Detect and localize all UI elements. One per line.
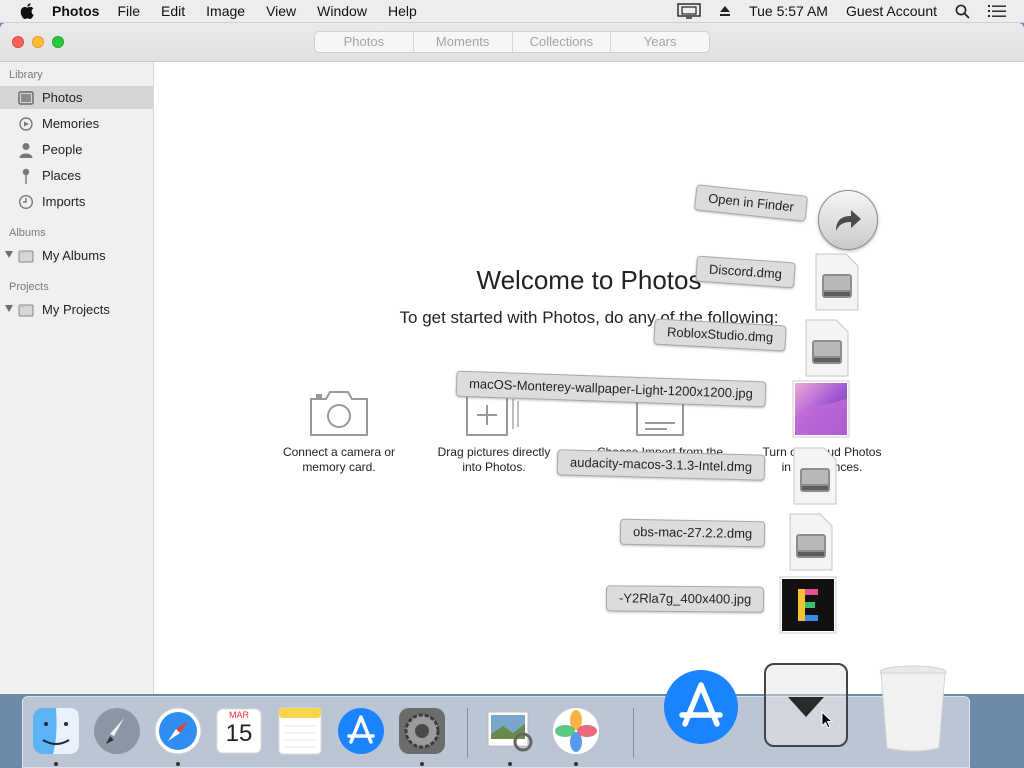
- maximize-button[interactable]: [52, 36, 64, 48]
- list-icon[interactable]: [988, 4, 1006, 18]
- display-mirror-icon[interactable]: [677, 3, 701, 19]
- welcome-subtitle: To get started with Photos, do any of th…: [399, 308, 779, 327]
- stack-file-label[interactable]: obs-mac-27.2.2.dmg: [619, 518, 766, 548]
- apple-logo-icon[interactable]: [20, 3, 34, 19]
- option-label-line2: into Photos.: [462, 460, 526, 474]
- running-indicator: [54, 762, 58, 766]
- eject-icon[interactable]: [719, 5, 731, 17]
- sidebar-item-label: Imports: [42, 194, 86, 209]
- sidebar-item-people[interactable]: People: [0, 138, 153, 161]
- close-button[interactable]: [12, 36, 24, 48]
- tab-photos[interactable]: Photos: [315, 32, 414, 52]
- dock-notes-icon[interactable]: [275, 706, 325, 756]
- running-indicator: [574, 762, 578, 766]
- folder-icon: [17, 301, 35, 319]
- menu-user[interactable]: Guest Account: [846, 3, 937, 19]
- dock-safari-icon[interactable]: [153, 706, 203, 756]
- sidebar-item-label: People: [42, 142, 83, 157]
- photos-window: Photos Moments Collections Years Library…: [0, 23, 1024, 694]
- sidebar-item-memories[interactable]: Memories: [0, 112, 153, 135]
- minimize-button[interactable]: [32, 36, 44, 48]
- dock-app-store-large-icon[interactable]: [662, 668, 740, 746]
- dock-photos-icon[interactable]: [551, 706, 601, 756]
- dock-launchpad-icon[interactable]: [92, 706, 142, 756]
- option-label-line1: Drag pictures directly: [437, 445, 551, 459]
- open-in-finder-button[interactable]: [818, 190, 878, 250]
- menu-window[interactable]: Window: [317, 3, 367, 19]
- chevron-down-icon: [788, 697, 824, 717]
- dock-preview-icon[interactable]: [485, 706, 535, 756]
- dmg-icon[interactable]: [802, 318, 850, 381]
- memories-icon: [17, 115, 35, 133]
- mouse-pointer-icon: [821, 711, 833, 729]
- dock-system-preferences-icon[interactable]: [397, 706, 447, 756]
- stack-file-label[interactable]: audacity-macos-3.1.3-Intel.dmg: [556, 449, 766, 481]
- sidebar-heading-albums: Albums: [9, 227, 46, 239]
- dock-calendar-icon[interactable]: MAR 15: [214, 706, 264, 756]
- dmg-icon[interactable]: [790, 446, 838, 509]
- stack-file-label[interactable]: -Y2Rla7g_400x400.jpg: [605, 585, 765, 613]
- tab-collections[interactable]: Collections: [513, 32, 612, 52]
- dock-trash-icon[interactable]: [878, 664, 948, 752]
- menu-edit[interactable]: Edit: [161, 3, 185, 19]
- running-indicator: [176, 762, 180, 766]
- menu-view[interactable]: View: [266, 3, 296, 19]
- dock-finder-icon[interactable]: [31, 706, 81, 756]
- tab-years[interactable]: Years: [611, 32, 709, 52]
- menu-file[interactable]: File: [117, 3, 140, 19]
- downloads-stack-button[interactable]: [764, 663, 848, 747]
- sidebar-item-label: My Albums: [42, 248, 106, 263]
- sidebar: Library Photos Memories People Places Im…: [0, 62, 154, 694]
- image-thumbnail-icon[interactable]: [779, 576, 837, 637]
- sidebar-item-places[interactable]: Places: [0, 164, 153, 187]
- sidebar-item-imports[interactable]: Imports: [0, 190, 153, 213]
- running-indicator: [508, 762, 512, 766]
- menu-bar: Photos File Edit Image View Window Help …: [0, 0, 1024, 23]
- dock-app-store-icon[interactable]: [336, 706, 386, 756]
- dock-separator: [467, 708, 468, 758]
- sidebar-heading-projects: Projects: [9, 281, 49, 293]
- person-icon: [17, 141, 35, 159]
- tab-moments[interactable]: Moments: [414, 32, 513, 52]
- calendar-day: 15: [225, 720, 253, 747]
- sidebar-item-my-projects[interactable]: My Projects: [0, 298, 153, 321]
- share-arrow-icon: [836, 210, 861, 231]
- sidebar-item-label: Memories: [42, 116, 100, 131]
- sidebar-item-my-albums[interactable]: My Albums: [0, 244, 153, 267]
- sidebar-item-label: My Projects: [42, 302, 110, 317]
- sidebar-item-label: Photos: [42, 90, 83, 105]
- image-thumbnail-icon[interactable]: [792, 380, 850, 441]
- view-segmented-control: Photos Moments Collections Years: [314, 31, 710, 53]
- option-label-line1: Connect a camera or: [282, 445, 396, 459]
- title-bar: Photos Moments Collections Years: [0, 23, 1024, 62]
- sidebar-item-photos[interactable]: Photos: [0, 86, 153, 109]
- calendar-month: MAR: [229, 710, 249, 720]
- menu-help[interactable]: Help: [388, 3, 417, 19]
- sidebar-item-label: Places: [42, 168, 82, 183]
- welcome-title: Welcome to Photos: [476, 265, 702, 295]
- menu-image[interactable]: Image: [206, 3, 245, 19]
- menu-app-name[interactable]: Photos: [52, 3, 99, 19]
- search-icon[interactable]: [955, 4, 970, 19]
- camera-icon: [259, 373, 419, 437]
- disclosure-triangle-icon[interactable]: [5, 305, 13, 312]
- dock-separator: [633, 708, 634, 758]
- photos-icon: [17, 89, 35, 107]
- clock-icon: [17, 193, 35, 211]
- sidebar-heading-library: Library: [9, 69, 43, 81]
- option-connect-camera: Connect a camera or memory card.: [259, 373, 419, 475]
- menu-clock[interactable]: Tue 5:57 AM: [749, 3, 828, 19]
- dmg-icon[interactable]: [812, 252, 860, 315]
- dmg-icon[interactable]: [786, 512, 834, 575]
- folder-icon: [17, 247, 35, 265]
- running-indicator: [420, 762, 424, 766]
- pin-icon: [17, 167, 35, 185]
- option-label-line2: memory card.: [302, 460, 376, 474]
- disclosure-triangle-icon[interactable]: [5, 251, 13, 258]
